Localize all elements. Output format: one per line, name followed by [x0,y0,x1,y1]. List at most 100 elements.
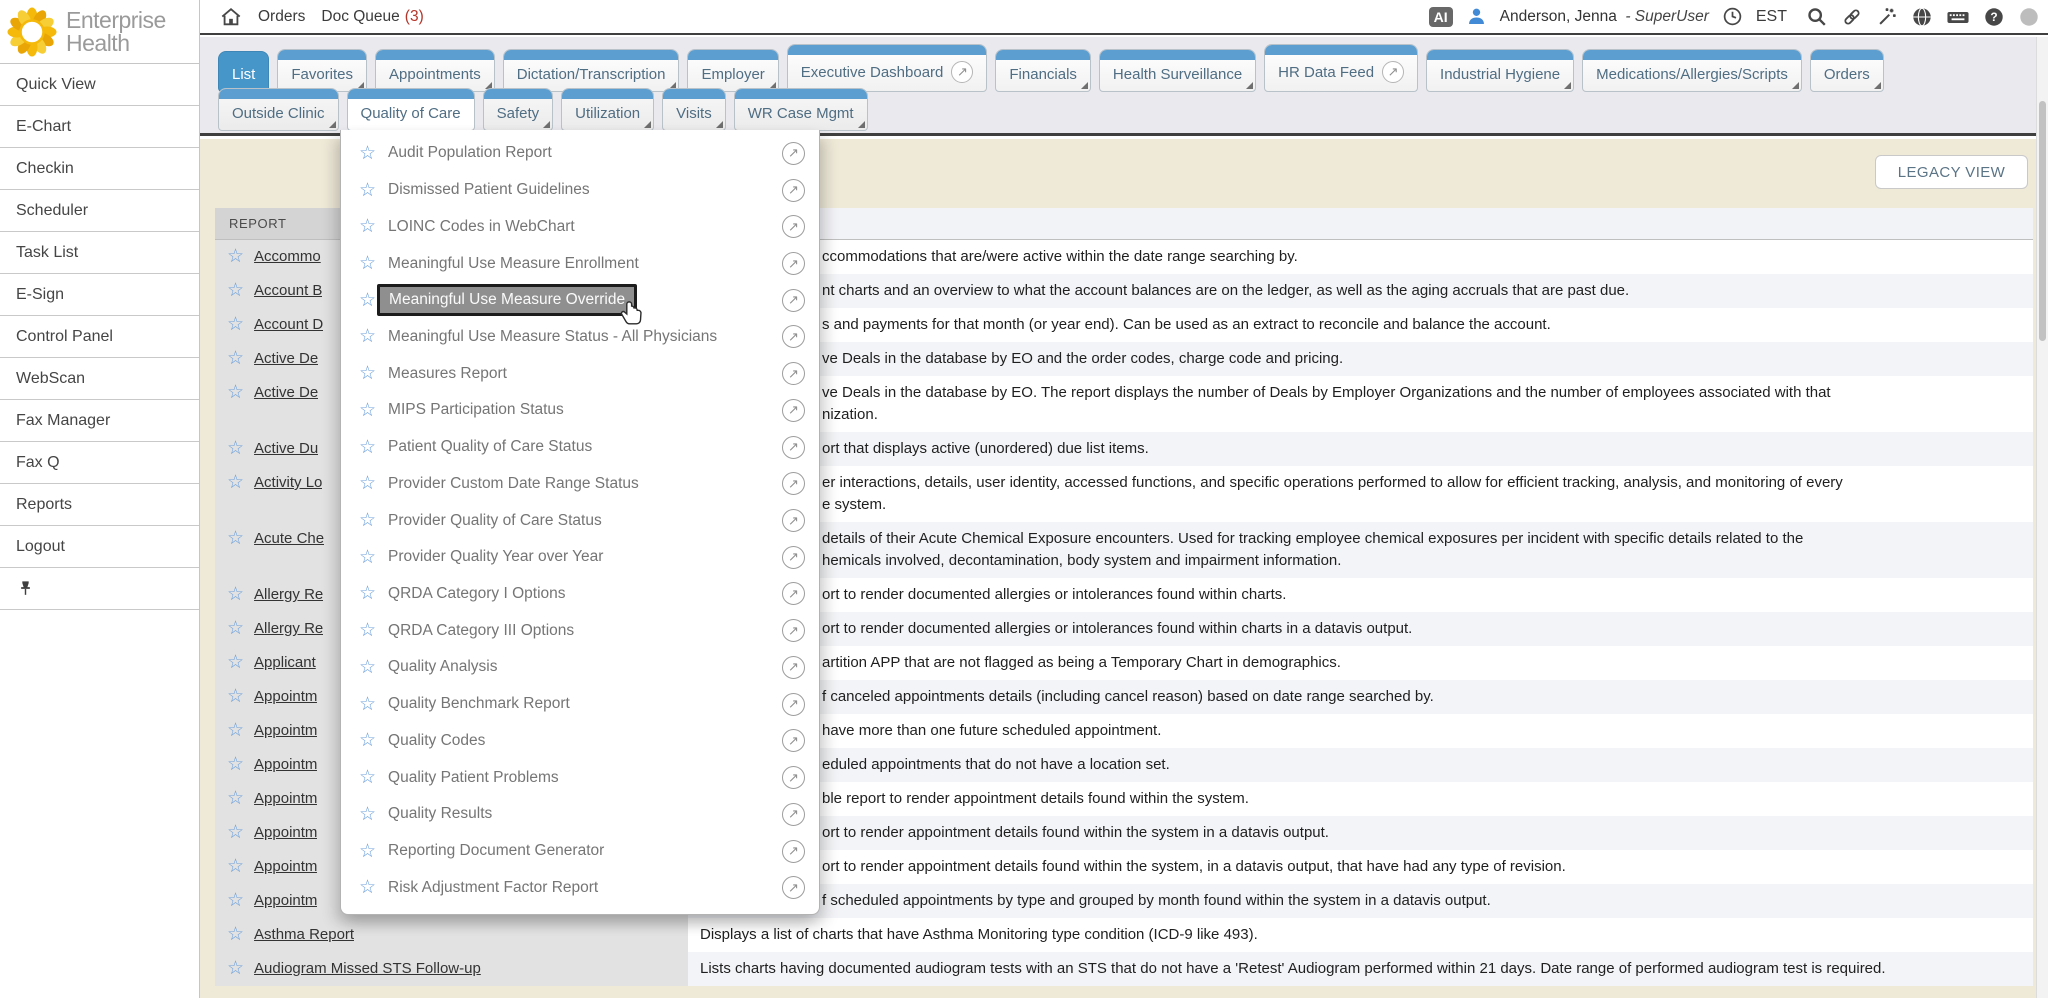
tab-safety[interactable]: Safety [483,88,554,131]
favorite-star-icon[interactable]: ☆ [359,399,376,422]
open-new-window-icon[interactable]: ↗ [782,619,805,642]
tab-outside-clinic[interactable]: Outside Clinic [218,88,339,131]
report-link-active-de[interactable]: Active De [254,382,318,404]
tab-utilization[interactable]: Utilization [561,88,654,131]
sidebar-item-fax-q[interactable]: Fax Q [0,442,199,484]
open-new-window-icon[interactable]: ↗ [782,876,805,899]
menu-item-provider-quality-year-over-year[interactable]: ☆Provider Quality Year over Year↗ [341,539,819,576]
report-link-account-b[interactable]: Account B [254,280,322,302]
favorite-star-icon[interactable]: ☆ [227,280,244,302]
open-new-window-icon[interactable]: ↗ [782,729,805,752]
menu-item-quality-results[interactable]: ☆Quality Results↗ [341,796,819,833]
menu-item-provider-quality-of-care-status[interactable]: ☆Provider Quality of Care Status↗ [341,502,819,539]
open-new-window-icon[interactable]: ↗ [782,399,805,422]
tab-favorites[interactable]: Favorites [277,49,367,92]
tab-dictation-transcription[interactable]: Dictation/Transcription [503,49,680,92]
description-column-header[interactable] [688,208,2033,239]
favorite-star-icon[interactable]: ☆ [359,509,376,532]
favorite-star-icon[interactable]: ☆ [227,720,244,742]
favorite-star-icon[interactable]: ☆ [227,618,244,640]
report-link-allergy-re[interactable]: Allergy Re [254,584,323,606]
favorite-star-icon[interactable]: ☆ [359,179,376,202]
open-new-window-icon[interactable]: ↗ [782,436,805,459]
favorite-star-icon[interactable]: ☆ [359,766,376,789]
tab-employer[interactable]: Employer [687,49,778,92]
menu-item-qrda-category-iii-options[interactable]: ☆QRDA Category III Options↗ [341,612,819,649]
favorite-star-icon[interactable]: ☆ [359,876,376,899]
favorite-star-icon[interactable]: ☆ [227,382,244,404]
sidebar-item-checkin[interactable]: Checkin [0,148,199,190]
keyboard-icon[interactable] [1946,6,1970,28]
favorite-star-icon[interactable]: ☆ [227,924,244,946]
report-link-appointm[interactable]: Appointm [254,686,317,708]
vertical-scrollbar[interactable] [2036,37,2048,998]
user-menu[interactable]: Anderson, Jenna - SuperUser [1500,8,1709,26]
tab-list[interactable]: List [218,51,269,92]
favorite-star-icon[interactable]: ☆ [359,436,376,459]
sidebar-item-e-chart[interactable]: E-Chart [0,106,199,148]
globe-icon[interactable] [1911,6,1933,28]
open-new-window-icon[interactable]: ↗ [782,546,805,569]
report-link-active-du[interactable]: Active Du [254,438,318,460]
favorite-star-icon[interactable]: ☆ [227,438,244,460]
favorite-star-icon[interactable]: ☆ [359,582,376,605]
favorite-star-icon[interactable]: ☆ [359,619,376,642]
popout-icon[interactable]: ↗ [1382,61,1404,83]
open-new-window-icon[interactable]: ↗ [782,509,805,532]
favorite-star-icon[interactable]: ☆ [227,958,244,980]
menu-item-dismissed-patient-guidelines[interactable]: ☆Dismissed Patient Guidelines↗ [341,172,819,209]
breadcrumb-orders[interactable]: Orders [258,8,305,26]
sidebar-item-logout[interactable]: Logout [0,526,199,568]
favorite-star-icon[interactable]: ☆ [359,325,376,348]
report-link-applicant[interactable]: Applicant [254,652,316,674]
favorite-star-icon[interactable]: ☆ [359,729,376,752]
favorite-star-icon[interactable]: ☆ [227,856,244,878]
report-link-accommo[interactable]: Accommo [254,246,321,268]
clock-icon[interactable] [1722,6,1743,27]
open-new-window-icon[interactable]: ↗ [782,472,805,495]
report-link-appointm[interactable]: Appointm [254,822,317,844]
tab-medications-allergies-scripts[interactable]: Medications/Allergies/Scripts [1582,49,1802,92]
tab-visits[interactable]: Visits [662,88,726,131]
open-new-window-icon[interactable]: ↗ [782,215,805,238]
favorite-star-icon[interactable]: ☆ [227,348,244,370]
favorite-star-icon[interactable]: ☆ [359,546,376,569]
favorite-star-icon[interactable]: ☆ [359,693,376,716]
tab-executive-dashboard[interactable]: Executive Dashboard↗ [787,44,988,92]
link-icon[interactable] [1841,6,1863,28]
sidebar-item-e-sign[interactable]: E-Sign [0,274,199,316]
open-new-window-icon[interactable]: ↗ [782,179,805,202]
report-link-account-d[interactable]: Account D [254,314,323,336]
tab-financials[interactable]: Financials [995,49,1091,92]
favorite-star-icon[interactable]: ☆ [227,754,244,776]
tab-wr-case-mgmt[interactable]: WR Case Mgmt [734,88,868,131]
report-link-appointm[interactable]: Appointm [254,788,317,810]
sidebar-item-control-panel[interactable]: Control Panel [0,316,199,358]
report-link-asthma-report[interactable]: Asthma Report [254,924,354,946]
report-link-appointm[interactable]: Appointm [254,856,317,878]
open-new-window-icon[interactable]: ↗ [782,840,805,863]
report-link-activity-lo[interactable]: Activity Lo [254,472,322,494]
menu-item-risk-adjustment-factor-report[interactable]: ☆Risk Adjustment Factor Report↗ [341,869,819,906]
menu-item-quality-benchmark-report[interactable]: ☆Quality Benchmark Report↗ [341,686,819,723]
tab-hr-data-feed[interactable]: HR Data Feed↗ [1264,44,1418,92]
report-link-appointm[interactable]: Appointm [254,720,317,742]
menu-item-quality-analysis[interactable]: ☆Quality Analysis↗ [341,649,819,686]
popout-icon[interactable]: ↗ [951,61,973,83]
menu-item-meaningful-use-measure-override[interactable]: ☆Meaningful Use Measure Override↗ [341,282,819,319]
open-new-window-icon[interactable]: ↗ [782,656,805,679]
report-link-audiogram-missed-sts-follow-up[interactable]: Audiogram Missed STS Follow-up [254,958,481,980]
tab-appointments[interactable]: Appointments [375,49,495,92]
sidebar-item-task-list[interactable]: Task List [0,232,199,274]
favorite-star-icon[interactable]: ☆ [227,686,244,708]
favorite-star-icon[interactable]: ☆ [227,472,244,494]
menu-item-provider-custom-date-range-status[interactable]: ☆Provider Custom Date Range Status↗ [341,465,819,502]
scrollbar-thumb[interactable] [2039,101,2046,341]
open-new-window-icon[interactable]: ↗ [782,693,805,716]
favorite-star-icon[interactable]: ☆ [227,788,244,810]
favorite-star-icon[interactable]: ☆ [227,652,244,674]
report-link-appointm[interactable]: Appointm [254,890,317,912]
report-link-acute-che[interactable]: Acute Che [254,528,324,550]
open-new-window-icon[interactable]: ↗ [782,252,805,275]
favorite-star-icon[interactable]: ☆ [359,289,376,312]
